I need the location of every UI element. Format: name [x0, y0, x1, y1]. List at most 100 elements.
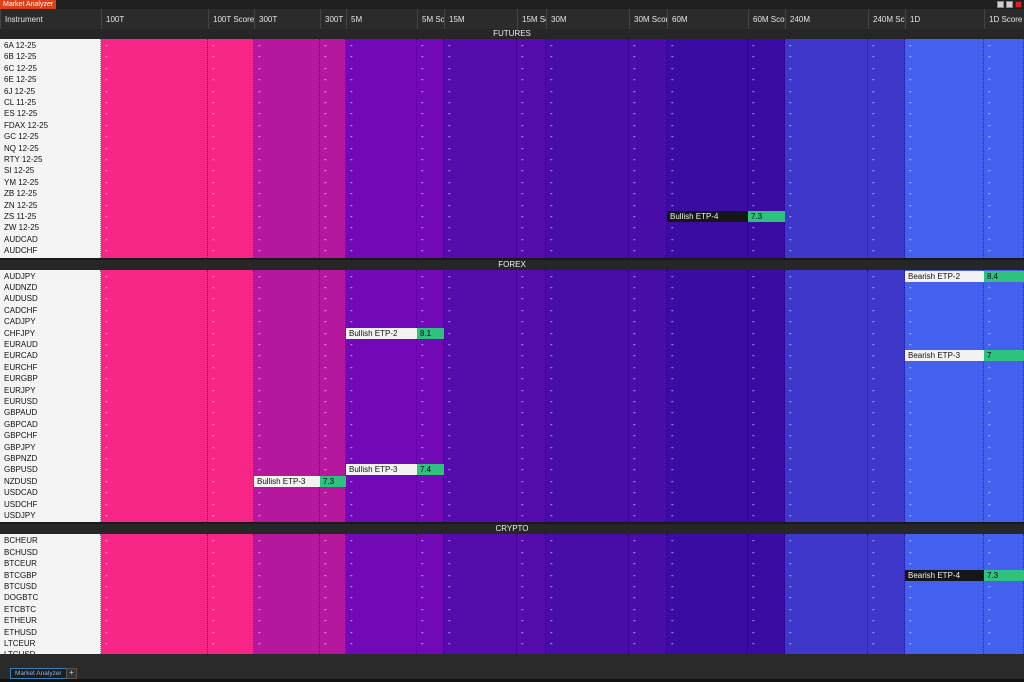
instrument-cell[interactable]: USDCHF — [0, 499, 101, 510]
instrument-cell[interactable]: AUDNZD — [0, 282, 101, 293]
signal-score[interactable]: 7.3 — [320, 475, 346, 487]
instrument-cell[interactable]: ETHEUR — [0, 615, 101, 626]
instrument-cell[interactable]: EURJPY — [0, 385, 101, 396]
column-header[interactable]: 30M — [546, 9, 629, 29]
maximize-icon[interactable] — [1006, 1, 1013, 8]
instrument-cell[interactable]: BCHEUR — [0, 535, 101, 546]
instrument-cell[interactable]: EURAUD — [0, 339, 101, 350]
signal-score[interactable]: 7.4 — [417, 464, 444, 476]
instrument-cell[interactable]: EURCHF — [0, 362, 101, 373]
signal-label[interactable]: Bearish ETP-4 — [905, 569, 984, 581]
instrument-cell[interactable]: EURGBP — [0, 373, 101, 384]
instrument-cell[interactable]: GBPCAD — [0, 419, 101, 430]
instrument-cell[interactable]: 6C 12-25 — [0, 63, 101, 74]
column-header[interactable]: 5M — [346, 9, 417, 29]
signal-score[interactable]: 7.3 — [748, 211, 785, 222]
instrument-cell[interactable]: 6E 12-25 — [0, 74, 101, 85]
signal-label[interactable]: Bearish ETP-3 — [905, 350, 984, 362]
value-cell: - — [909, 510, 912, 520]
column-header[interactable]: 5M Score — [417, 9, 444, 29]
column-header[interactable]: 60M Score — [748, 9, 785, 29]
instrument-cell[interactable]: 6B 12-25 — [0, 51, 101, 62]
instrument-cell[interactable]: USDJPY — [0, 510, 101, 521]
value-cell: - — [671, 396, 674, 406]
instrument-cell[interactable]: CADJPY — [0, 316, 101, 327]
column-header[interactable]: 60M — [667, 9, 748, 29]
column-header[interactable]: Instrument — [0, 9, 101, 29]
instrument-cell[interactable]: AUDUSD — [0, 293, 101, 304]
section-body: AUDJPY----------------AUDNZD------------… — [0, 269, 1024, 523]
instrument-cell[interactable]: GBPJPY — [0, 442, 101, 453]
instrument-cell[interactable]: GBPUSD — [0, 464, 101, 475]
value-cell: - — [671, 351, 674, 361]
instrument-cell[interactable]: ZS 11-25 — [0, 211, 101, 222]
column-header[interactable]: 30M Score — [629, 9, 667, 29]
instrument-cell[interactable]: 6J 12-25 — [0, 86, 101, 97]
value-cell: - — [105, 547, 108, 557]
instrument-cell[interactable]: ZN 12-25 — [0, 200, 101, 211]
value-cell: - — [421, 223, 424, 233]
instrument-cell[interactable]: BCHUSD — [0, 547, 101, 558]
instrument-cell[interactable]: GBPCHF — [0, 430, 101, 441]
column-header[interactable]: 15M — [444, 9, 517, 29]
instrument-cell[interactable]: RTY 12-25 — [0, 154, 101, 165]
instrument-cell[interactable]: ES 12-25 — [0, 108, 101, 119]
instrument-cell[interactable]: SI 12-25 — [0, 165, 101, 176]
column-header[interactable]: 1D — [905, 9, 984, 29]
add-tab-button[interactable]: + — [66, 668, 77, 679]
value-cell: - — [909, 499, 912, 509]
instrument-cell[interactable]: LTCEUR — [0, 638, 101, 649]
instrument-cell[interactable]: CHFJPY — [0, 328, 101, 339]
tab-market-analyzer[interactable]: Market Analyzer — [10, 668, 67, 679]
instrument-cell[interactable]: GC 12-25 — [0, 131, 101, 142]
instrument-cell[interactable]: AUDJPY — [0, 271, 101, 282]
column-header[interactable]: 100T Score — [208, 9, 254, 29]
instrument-cell[interactable]: EURCAD — [0, 350, 101, 361]
signal-score[interactable]: 8.4 — [984, 270, 1024, 282]
signal-score[interactable]: 7 — [984, 350, 1024, 362]
instrument-cell[interactable]: DOGBTC — [0, 592, 101, 603]
column-header[interactable]: 240M — [785, 9, 868, 29]
instrument-cell[interactable]: AUDCAD — [0, 234, 101, 245]
close-icon[interactable] — [1015, 1, 1022, 8]
instrument-cell[interactable]: CADCHF — [0, 305, 101, 316]
column-header[interactable]: 1D Score — [984, 9, 1024, 29]
instrument-cell[interactable]: CL 11-25 — [0, 97, 101, 108]
instrument-cell[interactable]: ZW 12-25 — [0, 222, 101, 233]
instrument-cell[interactable]: GBPAUD — [0, 407, 101, 418]
column-header[interactable]: 300T Score — [320, 9, 346, 29]
column-header[interactable]: 15M Score — [517, 9, 546, 29]
instrument-cell[interactable]: BTCUSD — [0, 581, 101, 592]
signal-score[interactable]: 7.3 — [984, 569, 1024, 581]
instrument-cell[interactable]: AUDCHF — [0, 245, 101, 256]
signal-label[interactable]: Bullish ETP-3 — [254, 475, 320, 487]
instrument-cell[interactable]: ETHUSD — [0, 627, 101, 638]
instrument-cell[interactable]: NQ 12-25 — [0, 143, 101, 154]
instrument-cell[interactable]: NZDUSD — [0, 476, 101, 487]
column-header[interactable]: 300T — [254, 9, 320, 29]
value-cell: - — [752, 246, 755, 256]
instrument-cell[interactable]: EURUSD — [0, 396, 101, 407]
instrument-cell[interactable]: ETCBTC — [0, 604, 101, 615]
column-header[interactable]: 240M Score — [868, 9, 905, 29]
signal-label[interactable]: Bullish ETP-2 — [346, 327, 417, 339]
column-header[interactable]: 100T — [101, 9, 208, 29]
value-cell: - — [421, 305, 424, 315]
instrument-cell[interactable]: 6A 12-25 — [0, 40, 101, 51]
signal-score[interactable]: 8.1 — [417, 327, 444, 339]
instrument-cell[interactable]: GBPNZD — [0, 453, 101, 464]
minimize-icon[interactable] — [997, 1, 1004, 8]
instrument-cell[interactable]: YM 12-25 — [0, 177, 101, 188]
instrument-cell[interactable]: USDCAD — [0, 487, 101, 498]
value-cell: - — [324, 419, 327, 429]
value-cell: - — [789, 593, 792, 603]
instrument-cell[interactable]: BTCEUR — [0, 558, 101, 569]
signal-label[interactable]: Bullish ETP-4 — [667, 211, 748, 222]
value-cell: - — [752, 536, 755, 546]
value-cell: - — [789, 52, 792, 62]
signal-label[interactable]: Bullish ETP-3 — [346, 464, 417, 476]
instrument-cell[interactable]: FDAX 12-25 — [0, 120, 101, 131]
signal-label[interactable]: Bearish ETP-2 — [905, 270, 984, 282]
instrument-cell[interactable]: ZB 12-25 — [0, 188, 101, 199]
instrument-cell[interactable]: BTCGBP — [0, 570, 101, 581]
